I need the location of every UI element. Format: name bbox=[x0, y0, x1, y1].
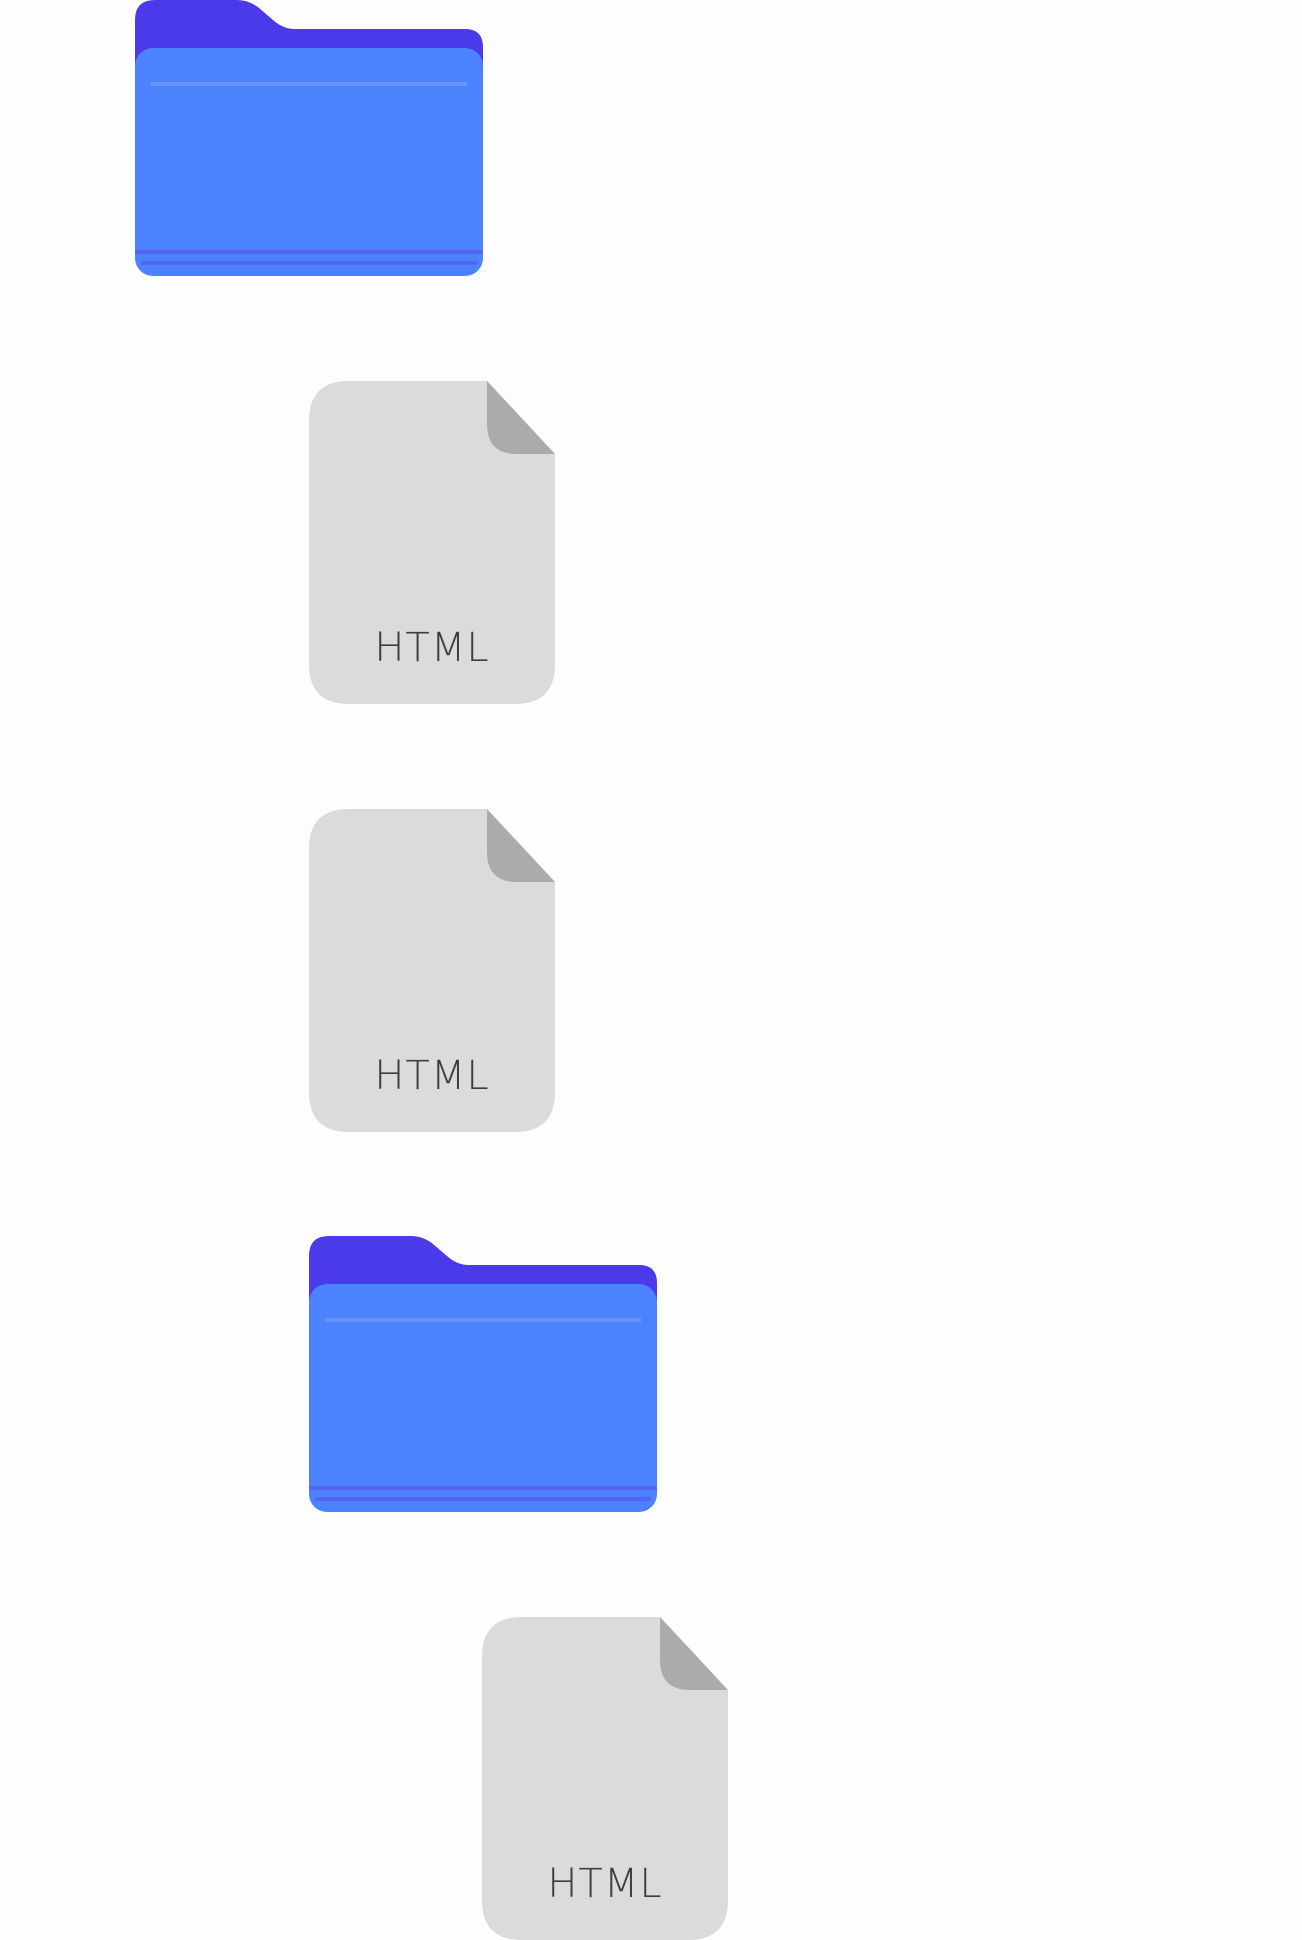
html-file-icon bbox=[309, 809, 555, 1132]
html-file-item[interactable]: HTML bbox=[309, 381, 555, 704]
html-file-icon bbox=[309, 381, 555, 704]
folder-icon bbox=[135, 0, 483, 276]
html-file-item[interactable]: HTML bbox=[482, 1617, 728, 1940]
folder-item[interactable] bbox=[135, 0, 483, 276]
html-file-item[interactable]: HTML bbox=[309, 809, 555, 1132]
folder-icon bbox=[309, 1236, 657, 1512]
html-file-icon bbox=[482, 1617, 728, 1940]
folder-item[interactable] bbox=[309, 1236, 657, 1512]
